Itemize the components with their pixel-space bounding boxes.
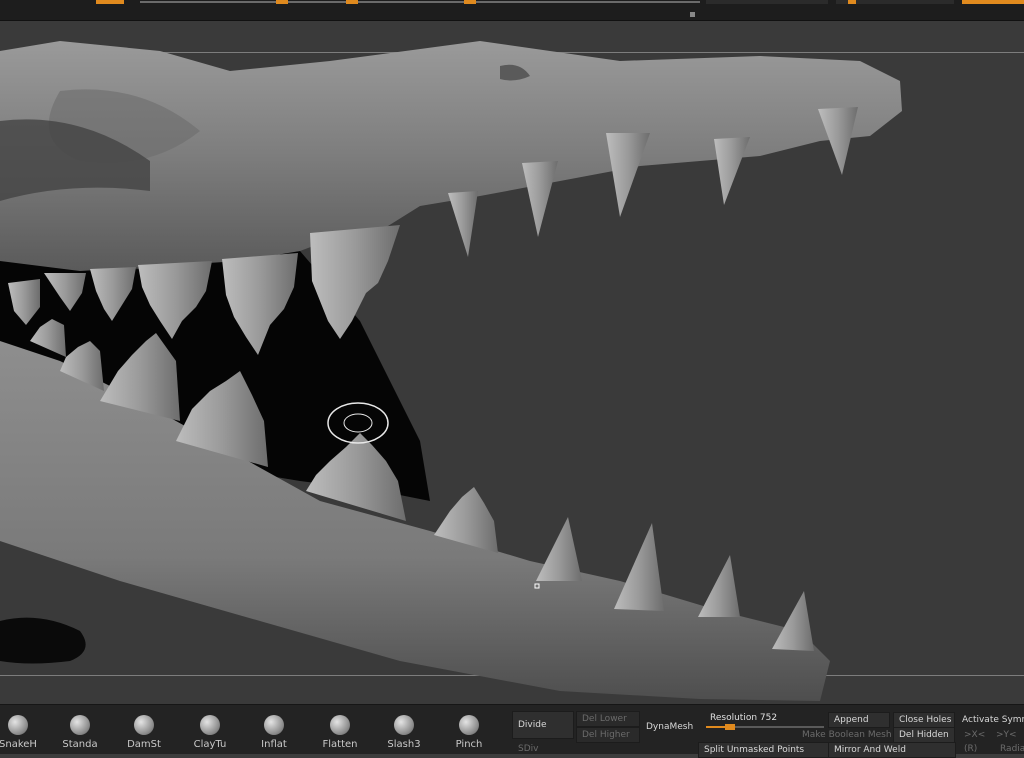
brush-label: ClayTu xyxy=(193,739,227,750)
resolution-label: Resolution 752 xyxy=(710,713,778,723)
top-slider-knob-4[interactable] xyxy=(848,0,856,4)
brush-label: Inflat xyxy=(261,739,287,750)
top-toolbar-field[interactable] xyxy=(706,0,828,4)
make-boolean-mesh-button[interactable]: Make Boolean Mesh xyxy=(796,727,898,743)
brush-damstandard[interactable]: DamSt xyxy=(116,715,172,755)
top-slider-knob-2[interactable] xyxy=(346,0,358,4)
brush-snakehook[interactable]: SnakeH xyxy=(0,715,46,755)
del-hidden-button[interactable]: Del Hidden xyxy=(893,727,955,743)
bottom-shelf: SnakeH Standa DamSt ClayTu Inflat Flatte… xyxy=(0,704,1024,758)
damstandard-brush-icon xyxy=(134,715,154,735)
dynamesh-button[interactable]: DynaMesh xyxy=(640,719,699,735)
del-higher-button[interactable]: Del Higher xyxy=(576,727,640,743)
standard-brush-icon xyxy=(70,715,90,735)
brush-claytubes[interactable]: ClayTu xyxy=(182,715,238,755)
close-holes-button[interactable]: Close Holes xyxy=(893,712,955,728)
resolution-knob[interactable] xyxy=(724,724,735,730)
divide-button[interactable]: Divide xyxy=(512,711,574,739)
brush-slash3[interactable]: Slash3 xyxy=(376,715,432,755)
append-button[interactable]: Append xyxy=(828,712,890,728)
activate-symmetry-button[interactable]: Activate Symme xyxy=(956,712,1024,728)
brush-standard[interactable]: Standa xyxy=(52,715,108,755)
top-toolbar-orange-button[interactable] xyxy=(962,0,1024,4)
split-unmasked-points-button[interactable]: Split Unmasked Points xyxy=(698,742,830,758)
canvas-viewport[interactable] xyxy=(0,21,1024,704)
slash3-brush-icon xyxy=(394,715,414,735)
brush-label: Standa xyxy=(62,739,98,750)
top-toolbar xyxy=(0,0,1024,21)
top-toolbar-slider-track[interactable] xyxy=(140,1,700,3)
brush-flatten[interactable]: Flatten xyxy=(312,715,368,755)
snakehook-brush-icon xyxy=(8,715,28,735)
brush-inflate[interactable]: Inflat xyxy=(246,715,302,755)
brush-label: DamSt xyxy=(127,739,161,750)
radial-count-slider[interactable]: Radia xyxy=(994,741,1024,757)
brush-pinch[interactable]: Pinch xyxy=(441,715,497,755)
sdiv-slider[interactable]: SDiv xyxy=(512,741,544,757)
brush-label: Flatten xyxy=(322,739,358,750)
brush-label: SnakeH xyxy=(0,739,37,750)
crocodile-skull-model[interactable] xyxy=(0,21,1024,704)
claytubes-brush-icon xyxy=(200,715,220,735)
top-toolbar-marker xyxy=(690,12,695,17)
brush-label: Slash3 xyxy=(387,739,421,750)
symmetry-radial-toggle[interactable]: (R) xyxy=(958,741,983,757)
top-slider-knob-1[interactable] xyxy=(276,0,288,4)
brush-label: Pinch xyxy=(455,739,483,750)
del-lower-button[interactable]: Del Lower xyxy=(576,711,640,727)
top-toolbar-orange-tab[interactable] xyxy=(96,0,124,4)
top-slider-knob-3[interactable] xyxy=(464,0,476,4)
inflate-brush-icon xyxy=(264,715,284,735)
mirror-and-weld-button[interactable]: Mirror And Weld xyxy=(828,742,956,758)
pinch-brush-icon xyxy=(459,715,479,735)
flatten-brush-icon xyxy=(330,715,350,735)
